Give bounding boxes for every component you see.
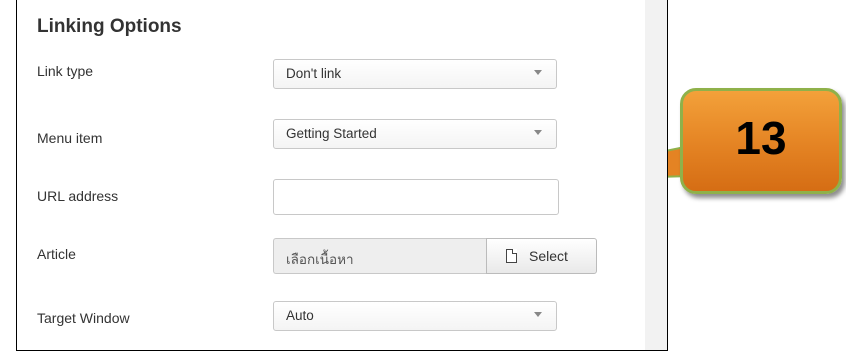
step-number: 13	[735, 112, 787, 164]
target-window-select[interactable]: Auto	[273, 301, 557, 331]
url-address-input[interactable]	[273, 179, 559, 215]
chevron-down-icon	[534, 312, 542, 317]
menu-item-value: Getting Started	[286, 126, 377, 141]
linking-options-panel: Linking Options Link type Don't link Men…	[16, 0, 668, 351]
target-window-label: Target Window	[37, 310, 130, 326]
article-field: เลือกเนื้อหา	[273, 238, 487, 274]
link-type-value: Don't link	[286, 66, 342, 81]
target-window-value: Auto	[286, 308, 314, 323]
step-callout: 13	[680, 88, 842, 194]
url-address-label: URL address	[37, 188, 119, 204]
link-type-label: Link type	[37, 63, 94, 79]
file-icon	[506, 248, 518, 263]
chevron-down-icon	[534, 70, 542, 75]
select-button-label: Select	[529, 248, 568, 264]
menu-item-select[interactable]: Getting Started	[273, 119, 557, 149]
article-select-button[interactable]: Select	[486, 238, 597, 274]
article-value: เลือกเนื้อหา	[286, 252, 354, 267]
chevron-down-icon	[534, 130, 542, 135]
menu-item-label: Menu item	[37, 130, 103, 146]
article-label: Article	[37, 246, 76, 262]
section-title: Linking Options	[37, 16, 182, 37]
link-type-select[interactable]: Don't link	[273, 59, 557, 89]
panel-side-strip	[645, 0, 667, 350]
